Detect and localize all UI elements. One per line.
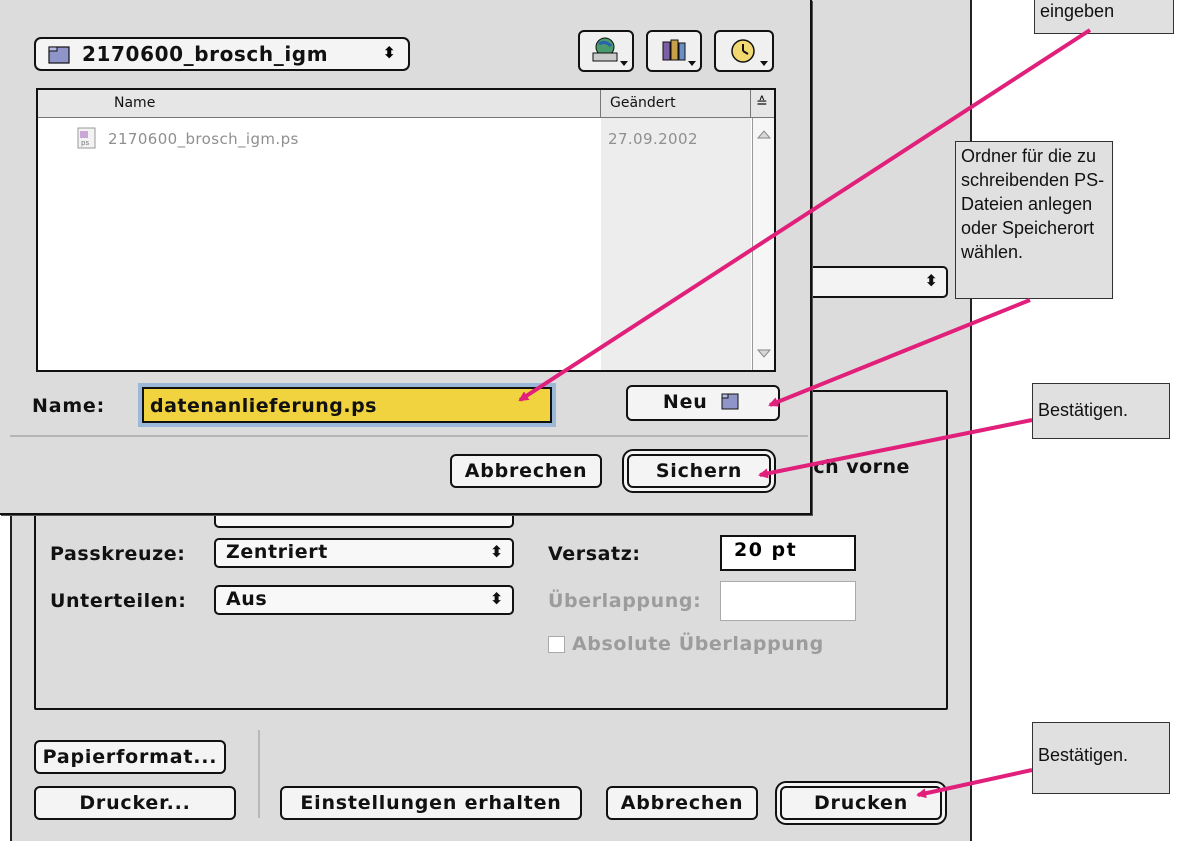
arrow-to-name-field — [518, 28, 1092, 402]
arrow-to-new-folder — [768, 298, 1031, 407]
arrow-to-save-button — [758, 418, 1033, 479]
arrow-to-print-button — [916, 768, 1033, 799]
annotation-arrows — [518, 28, 1092, 799]
